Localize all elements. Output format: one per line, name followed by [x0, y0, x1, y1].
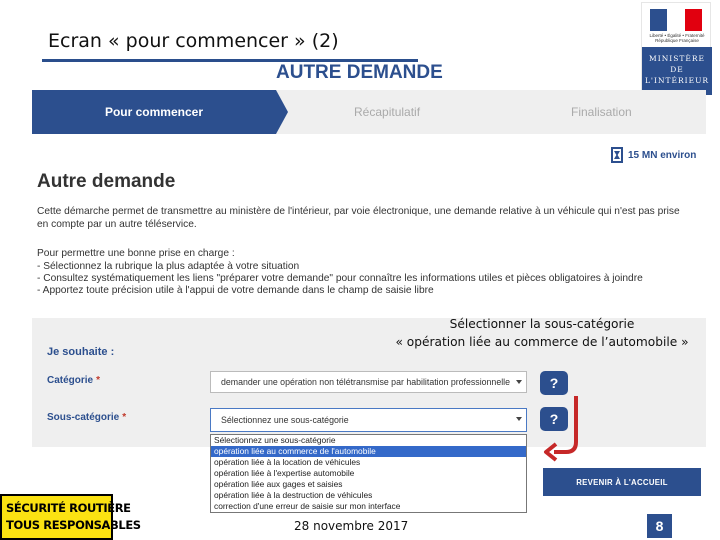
back-to-home-button[interactable]: REVENIR À L'ACCUEIL: [543, 468, 701, 496]
french-flag-icon: [650, 9, 702, 31]
category-help-button[interactable]: ?: [540, 371, 568, 395]
road-logo-line: SÉCURITÉ ROUTIÈRE: [6, 501, 131, 515]
dropdown-option[interactable]: Sélectionnez une sous-catégorie: [211, 435, 526, 446]
required-mark: *: [96, 375, 101, 386]
help-item: - Sélectionnez la rubrique la plus adapt…: [37, 261, 300, 272]
step-label: Finalisation: [571, 105, 632, 119]
step-pour-commencer[interactable]: Pour commencer: [32, 90, 276, 134]
chevron-down-icon: [516, 417, 522, 421]
subcategory-select-value: Sélectionnez une sous-catégorie: [221, 415, 349, 425]
help-item: - Consultez systématiquement les liens "…: [37, 272, 643, 284]
dropdown-option[interactable]: opération liée à la destruction de véhic…: [211, 490, 526, 501]
chevron-down-icon: [516, 380, 522, 384]
page-number: 8: [647, 514, 672, 538]
ministry-line: DE: [670, 65, 684, 74]
ministry-line: L'INTÉRIEUR: [644, 76, 710, 85]
dropdown-option-selected[interactable]: opération liée au commerce de l'automobi…: [211, 446, 526, 457]
dropdown-option[interactable]: opération liée à la location de véhicule…: [211, 457, 526, 468]
dropdown-option[interactable]: correction d'une erreur de saisie sur mo…: [211, 501, 526, 512]
callout-line: « opération liée au commerce de l’automo…: [395, 335, 689, 349]
ministry-name: MINISTÈRE DE L'INTÉRIEUR: [642, 47, 712, 95]
required-mark: *: [122, 412, 127, 423]
step-label: Pour commencer: [104, 105, 204, 119]
duration-text: 15 MN environ: [628, 149, 697, 161]
help-title: Pour permettre une bonne prise en charge…: [37, 248, 235, 259]
help-list: - Sélectionnez la rubrique la plus adapt…: [37, 261, 687, 296]
slide-date: 28 novembre 2017: [294, 519, 409, 533]
callout-line: Sélectionner la sous-catégorie: [449, 317, 635, 331]
dropdown-option[interactable]: opération liée aux gages et saisies: [211, 479, 526, 490]
category-label: Catégorie *: [47, 375, 100, 386]
step-arrow: [276, 90, 288, 134]
step-finalisation[interactable]: Finalisation: [571, 90, 632, 134]
page-heading: AUTRE DEMANDE: [276, 62, 443, 83]
category-label-text: Catégorie: [47, 375, 94, 386]
step-progress-bar: Pour commencer Récapitulatif Finalisatio…: [32, 90, 706, 134]
category-select-value: demander une opération non télétransmise…: [221, 377, 511, 387]
intro-text: Cette démarche permet de transmettre au …: [37, 206, 680, 230]
republic-motto: Liberté • Égalité • Fraternité Républiqu…: [649, 33, 705, 43]
ministry-logo: Liberté • Égalité • Fraternité Républiqu…: [641, 2, 712, 95]
instruction-callout: Sélectionner la sous-catégorie « opérati…: [372, 315, 712, 351]
road-safety-logo: SÉCURITÉ ROUTIÈRE TOUS RESPONSABLES: [0, 494, 141, 540]
subcategory-dropdown-list: Sélectionnez une sous-catégorie opératio…: [210, 434, 527, 513]
ministry-line: MINISTÈRE: [649, 54, 705, 63]
slide-title: Ecran « pour commencer » (2): [48, 30, 339, 52]
category-select[interactable]: demander une opération non télétransmise…: [210, 371, 527, 393]
step-recapitulatif[interactable]: Récapitulatif: [354, 90, 420, 134]
help-item: - Apportez toute précision utile à l'app…: [37, 284, 434, 296]
step-label: Récapitulatif: [354, 105, 421, 119]
subcategory-label: Sous-catégorie *: [47, 412, 126, 423]
dropdown-option[interactable]: opération liée à l'expertise automobile: [211, 468, 526, 479]
duration-estimate: 15 MN environ: [611, 147, 696, 163]
want-label: Je souhaite :: [47, 346, 115, 358]
road-logo-line: TOUS RESPONSABLES: [6, 518, 141, 532]
subcategory-label-text: Sous-catégorie: [47, 412, 120, 423]
hourglass-icon: [611, 147, 623, 163]
subcategory-select[interactable]: Sélectionnez une sous-catégorie: [210, 408, 527, 432]
red-arrow-icon: [544, 396, 578, 462]
form-heading: Autre demande: [37, 171, 176, 192]
